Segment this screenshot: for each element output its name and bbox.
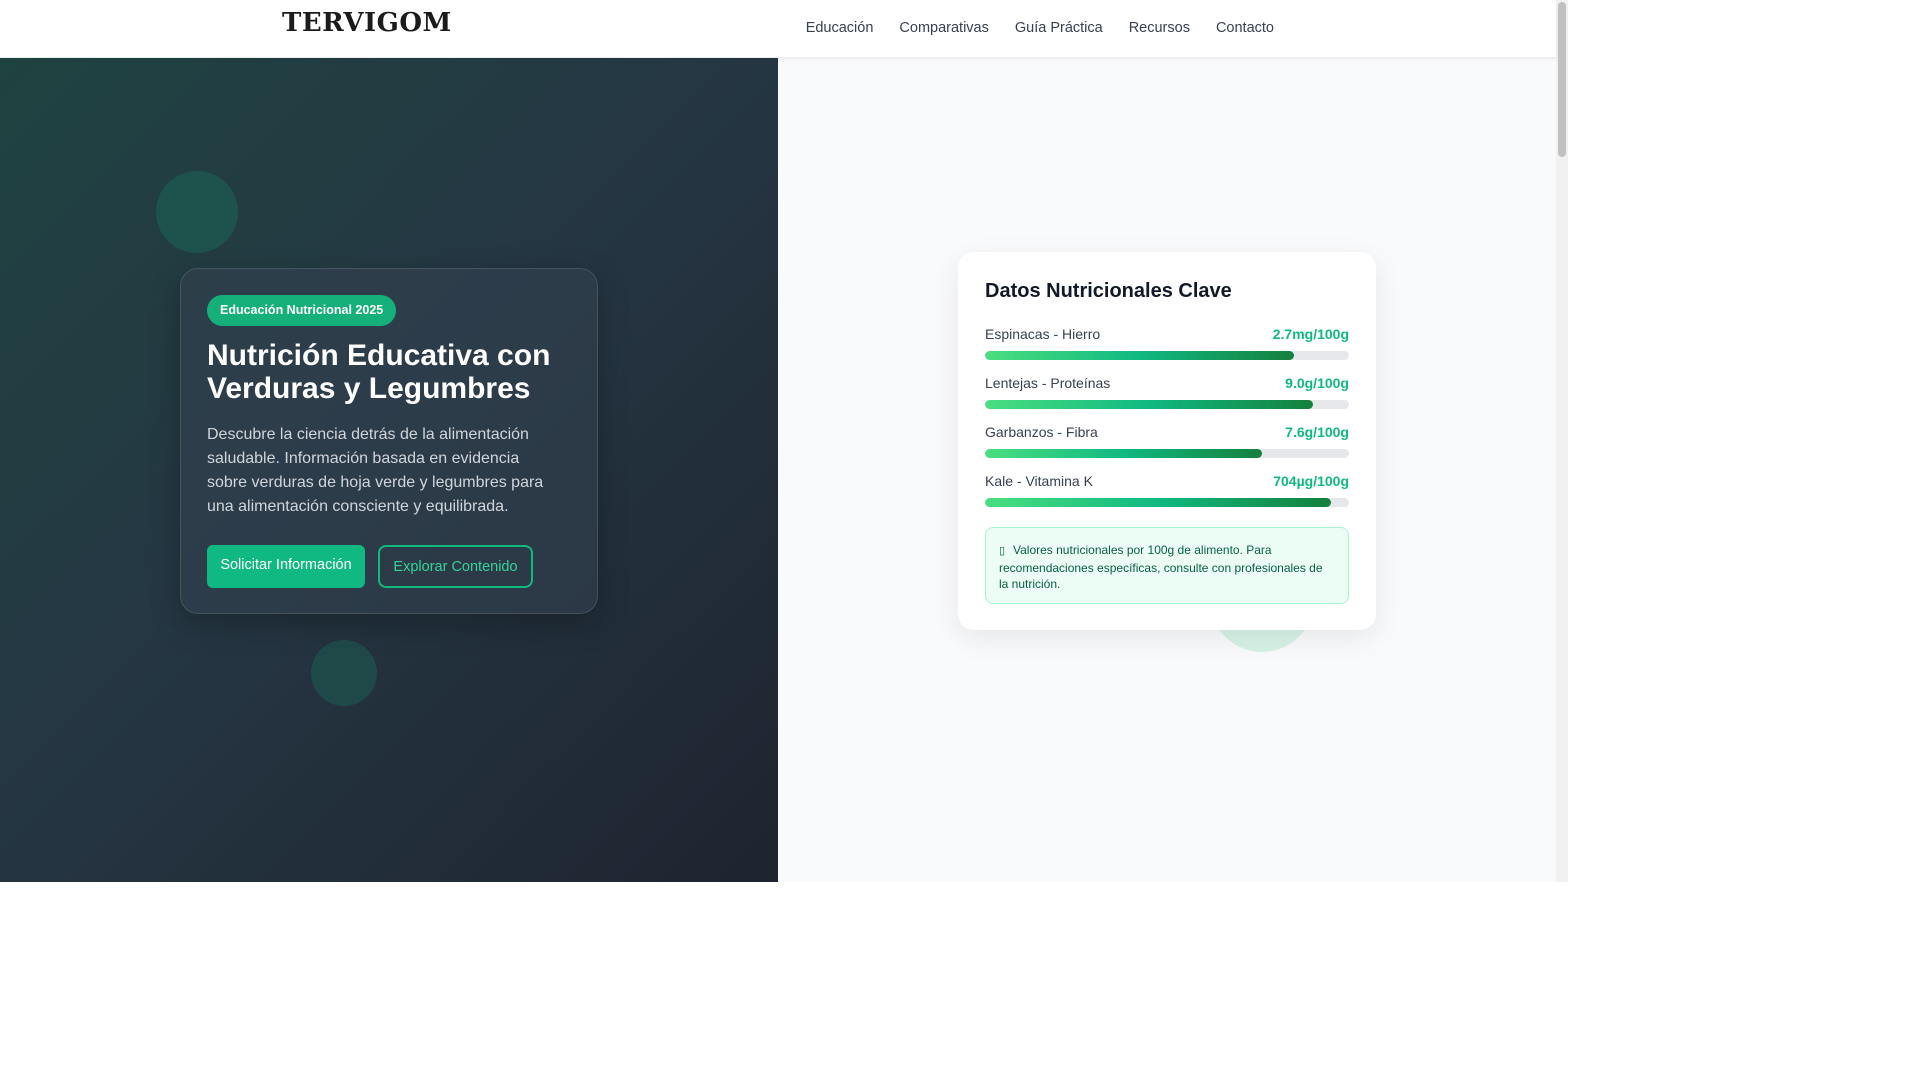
info-icon: ▯: [999, 545, 1006, 557]
nutrition-metric: Lentejas - Proteínas 9.0g/100g: [985, 375, 1349, 409]
nutrition-card: Datos Nutricionales Clave Espinacas - Hi…: [958, 252, 1376, 630]
metric-bar-track: [985, 351, 1349, 360]
nutrition-card-title: Datos Nutricionales Clave: [985, 280, 1232, 302]
metric-label: Espinacas - Hierro: [985, 326, 1101, 342]
page-scrollbar[interactable]: [1556, 0, 1568, 882]
hero-card: Educación Nutricional 2025 Nutrición Edu…: [180, 268, 598, 614]
metric-label: Garbanzos - Fibra: [985, 424, 1098, 440]
metric-value: 7.6g/100g: [1285, 424, 1349, 440]
metric-bar-fill: [985, 498, 1331, 507]
brand-logo[interactable]: TERVIGOM: [282, 8, 452, 38]
metric-bar-track: [985, 449, 1349, 458]
nutrition-metric: Kale - Vitamina K 704µg/100g: [985, 473, 1349, 507]
decorative-circle: [311, 640, 377, 706]
metric-label: Lentejas - Proteínas: [985, 375, 1111, 391]
metric-value: 9.0g/100g: [1285, 375, 1349, 391]
site-header: TERVIGOM Educación Comparativas Guía Prá…: [0, 0, 1556, 58]
hero-badge: Educación Nutricional 2025: [207, 295, 397, 326]
decorative-circle: [156, 171, 238, 253]
metric-value: 2.7mg/100g: [1272, 326, 1349, 342]
nav-item-guia-practica[interactable]: Guía Práctica: [1015, 20, 1103, 36]
nutrition-metric: Espinacas - Hierro 2.7mg/100g: [985, 326, 1349, 360]
note-text: Valores nutricionales por 100g de alimen…: [999, 543, 1323, 591]
nav-item-comparativas[interactable]: Comparativas: [899, 20, 988, 36]
scrollbar-thumb[interactable]: [1558, 2, 1566, 157]
metric-bar-fill: [985, 449, 1262, 458]
metric-label: Kale - Vitamina K: [985, 473, 1093, 489]
metric-value: 704µg/100g: [1273, 473, 1349, 489]
hero-title: Nutrición Educativa con Verduras y Legum…: [207, 339, 551, 405]
nutrition-note: ▯ Valores nutricionales por 100g de alime…: [985, 527, 1349, 604]
nav-item-recursos[interactable]: Recursos: [1129, 20, 1190, 36]
hero-section: Educación Nutricional 2025 Nutrición Edu…: [0, 58, 778, 882]
hero-description: Descubre la ciencia detrás de la aliment…: [207, 426, 544, 515]
explore-content-button[interactable]: Explorar Contenido: [378, 545, 533, 588]
nav-item-educacion[interactable]: Educación: [806, 20, 874, 36]
metric-bar-track: [985, 400, 1349, 409]
nutrition-metric: Garbanzos - Fibra 7.6g/100g: [985, 424, 1349, 458]
request-info-button[interactable]: Solicitar Información: [207, 545, 365, 588]
metric-bar-track: [985, 498, 1349, 507]
nav-item-contacto[interactable]: Contacto: [1216, 20, 1274, 36]
metric-bar-fill: [985, 400, 1313, 409]
metric-bar-fill: [985, 351, 1295, 360]
main-nav: Educación Comparativas Guía Práctica Rec…: [806, 20, 1274, 36]
